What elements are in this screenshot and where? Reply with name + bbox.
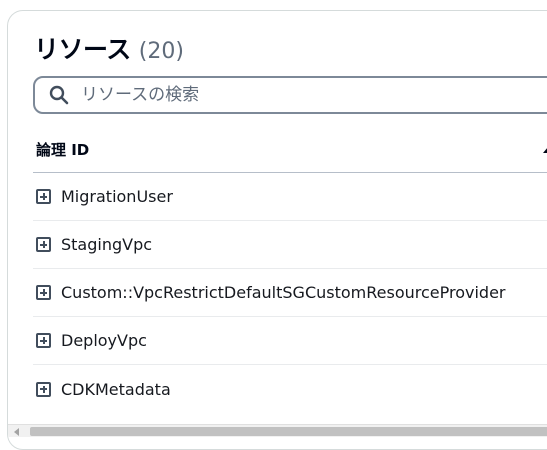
resource-count: (20)	[138, 39, 184, 64]
expand-icon[interactable]	[36, 189, 51, 204]
table-row: Custom::VpcRestrictDefaultSGCustomResour…	[33, 269, 547, 317]
horizontal-scrollbar[interactable]	[8, 424, 547, 437]
panel-header: リソース (20)	[34, 30, 184, 64]
table-row: CDKMetadata	[33, 365, 547, 413]
column-header-label: 論理 ID	[36, 140, 90, 159]
sort-ascending-icon[interactable]	[543, 142, 547, 154]
resource-list: MigrationUser StagingVpc Custom::VpcRest…	[33, 173, 547, 413]
table-row: StagingVpc	[33, 221, 547, 269]
resource-logical-id: StagingVpc	[61, 235, 153, 254]
scrollbar-thumb[interactable]	[30, 427, 547, 436]
resource-logical-id: DeployVpc	[61, 331, 147, 350]
column-header-logical-id[interactable]: 論理 ID	[33, 126, 547, 173]
expand-icon[interactable]	[36, 285, 51, 300]
scroll-left-arrow-icon[interactable]	[14, 428, 19, 436]
table-row: DeployVpc	[33, 317, 547, 365]
expand-icon[interactable]	[36, 381, 51, 397]
resource-logical-id: MigrationUser	[61, 187, 173, 206]
panel-title: リソース	[34, 35, 131, 64]
resource-logical-id: Custom::VpcRestrictDefaultSGCustomResour…	[61, 283, 506, 302]
search-input[interactable]	[81, 85, 501, 105]
table-row: MigrationUser	[33, 173, 547, 221]
resource-logical-id: CDKMetadata	[61, 379, 171, 399]
search-box[interactable]	[33, 76, 547, 114]
expand-icon[interactable]	[36, 237, 51, 252]
search-icon	[49, 85, 69, 105]
expand-icon[interactable]	[36, 333, 51, 348]
